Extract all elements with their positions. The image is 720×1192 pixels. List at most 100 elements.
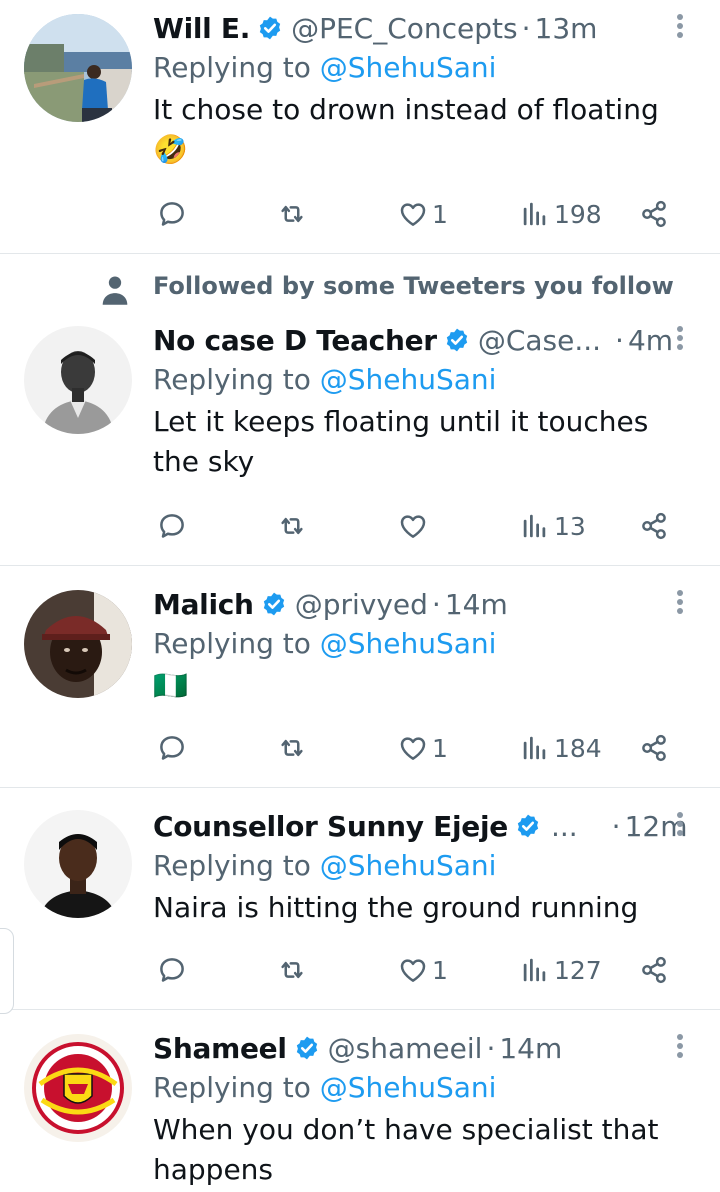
action-bar: 1 184 — [153, 728, 673, 768]
share-button[interactable] — [639, 728, 669, 768]
share-icon — [639, 511, 669, 541]
heart-icon — [398, 199, 428, 229]
separator: · — [431, 587, 441, 621]
action-bar: 13 — [153, 506, 673, 546]
user-handle[interactable]: ... — [551, 810, 578, 843]
retweet-button[interactable] — [277, 950, 307, 990]
heart-icon — [398, 511, 428, 541]
mention-link[interactable]: @ShehuSani — [320, 1071, 497, 1104]
display-name[interactable]: Counsellor Sunny Ejeje — [153, 810, 508, 843]
display-name[interactable]: Shameel — [153, 1032, 287, 1065]
share-icon — [639, 733, 669, 763]
views-button[interactable]: 198 — [520, 194, 602, 234]
reply-button[interactable] — [157, 728, 187, 768]
retweet-button[interactable] — [277, 194, 307, 234]
reply-button[interactable] — [157, 506, 187, 546]
tweet-header: No case D Teacher @Case... · 4m — [153, 320, 720, 360]
reply-icon — [157, 733, 187, 763]
user-handle[interactable]: @shameeil — [328, 1032, 483, 1065]
action-bar: 1 127 — [153, 950, 673, 990]
display-name[interactable]: No case D Teacher — [153, 324, 437, 357]
view-count: 198 — [554, 199, 602, 229]
timestamp[interactable]: 14m — [499, 1032, 562, 1065]
views-icon — [520, 955, 550, 985]
heart-icon — [398, 733, 428, 763]
timestamp[interactable]: 4m — [628, 324, 673, 357]
separator: · — [611, 809, 621, 843]
avatar[interactable] — [24, 1034, 132, 1142]
tweet-text: Let it keeps floating until it touches t… — [153, 405, 649, 478]
replying-to: Replying to @ShehuSani — [153, 360, 720, 402]
social-context-text: Followed by some Tweeters you follow — [153, 272, 674, 300]
timestamp[interactable]: 13m — [535, 12, 598, 45]
tweet-text: When you don’t have specialist that happ… — [153, 1113, 659, 1186]
verified-badge-icon — [444, 327, 470, 353]
more-options-icon[interactable] — [676, 326, 684, 354]
more-options-icon[interactable] — [676, 1034, 684, 1062]
tweet-card[interactable]: Counsellor Sunny Ejeje ... · 12m Replyin… — [0, 788, 720, 1010]
view-count: 127 — [554, 955, 602, 985]
views-button[interactable]: 184 — [520, 728, 602, 768]
tweet-card[interactable]: Followed by some Tweeters you follow No … — [0, 254, 720, 566]
tweet-card[interactable]: Will E. @PEC_Concepts · 13m Replying to … — [0, 0, 720, 254]
like-button[interactable] — [398, 506, 432, 546]
mention-link[interactable]: @ShehuSani — [320, 51, 497, 84]
tweet-card[interactable]: Shameel @shameeil · 14m Replying to @She… — [0, 1010, 720, 1192]
mention-link[interactable]: @ShehuSani — [320, 849, 497, 882]
share-button[interactable] — [639, 506, 669, 546]
tweet-header: Counsellor Sunny Ejeje ... · 12m — [153, 806, 720, 846]
tweet-header: Malich @privyed · 14m — [153, 584, 720, 624]
share-icon — [639, 955, 669, 985]
views-icon — [520, 733, 550, 763]
more-options-icon[interactable] — [676, 14, 684, 42]
views-icon — [520, 199, 550, 229]
like-button[interactable]: 1 — [398, 728, 448, 768]
replying-prefix: Replying to — [153, 1071, 320, 1104]
share-icon — [639, 199, 669, 229]
share-button[interactable] — [639, 194, 669, 234]
views-button[interactable]: 13 — [520, 506, 586, 546]
retweet-button[interactable] — [277, 728, 307, 768]
like-button[interactable]: 1 — [398, 194, 448, 234]
verified-badge-icon — [515, 813, 541, 839]
avatar[interactable] — [24, 590, 132, 698]
user-handle[interactable]: @privyed — [295, 588, 428, 621]
verified-badge-icon — [261, 591, 287, 617]
share-button[interactable] — [639, 950, 669, 990]
tweet-header: Will E. @PEC_Concepts · 13m — [153, 8, 720, 48]
avatar[interactable] — [24, 810, 132, 918]
display-name[interactable]: Will E. — [153, 12, 250, 45]
retweet-icon — [277, 955, 307, 985]
separator: · — [486, 1031, 496, 1065]
timestamp[interactable]: 14m — [445, 588, 508, 621]
replying-prefix: Replying to — [153, 627, 320, 660]
reply-icon — [157, 955, 187, 985]
tweet-text: Naira is hitting the ground running — [153, 891, 639, 924]
replying-to: Replying to @ShehuSani — [153, 48, 720, 90]
reply-button[interactable] — [157, 950, 187, 990]
avatar[interactable] — [24, 14, 132, 122]
views-button[interactable]: 127 — [520, 950, 602, 990]
tweet-card[interactable]: Malich @privyed · 14m Replying to @Shehu… — [0, 566, 720, 788]
side-handle[interactable] — [0, 928, 14, 1014]
tweet-emoji: 🤣 — [153, 133, 188, 166]
more-options-icon[interactable] — [676, 590, 684, 618]
like-button[interactable]: 1 — [398, 950, 448, 990]
reply-button[interactable] — [157, 194, 187, 234]
user-handle[interactable]: @Case... — [478, 324, 601, 357]
views-icon — [520, 511, 550, 541]
like-count: 1 — [432, 199, 448, 229]
view-count: 184 — [554, 733, 602, 763]
separator: · — [521, 11, 531, 45]
replying-prefix: Replying to — [153, 363, 320, 396]
view-count: 13 — [554, 511, 586, 541]
mention-link[interactable]: @ShehuSani — [320, 363, 497, 396]
more-options-icon[interactable] — [676, 812, 684, 840]
display-name[interactable]: Malich — [153, 588, 254, 621]
retweet-icon — [277, 199, 307, 229]
avatar[interactable] — [24, 326, 132, 434]
retweet-button[interactable] — [277, 506, 307, 546]
person-icon — [102, 276, 128, 305]
mention-link[interactable]: @ShehuSani — [320, 627, 497, 660]
user-handle[interactable]: @PEC_Concepts — [291, 12, 518, 45]
